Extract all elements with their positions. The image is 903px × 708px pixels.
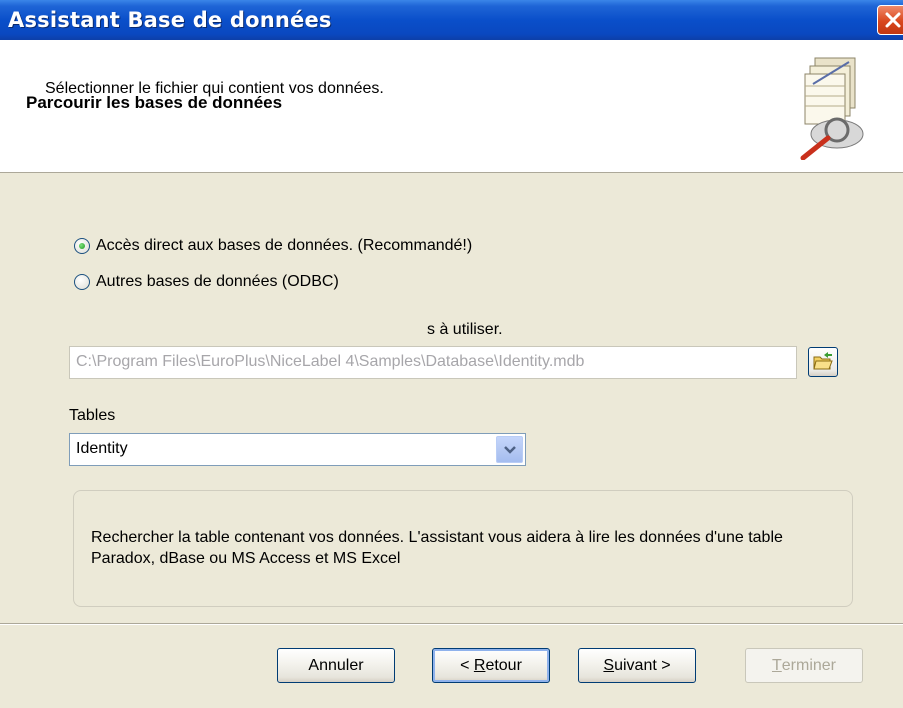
folder-open-icon <box>813 352 833 370</box>
next-button[interactable]: Suivant > <box>578 648 696 683</box>
radio-direct-access[interactable]: Accès direct aux bases de données. (Reco… <box>74 237 472 255</box>
radio-selected-icon[interactable] <box>74 238 90 254</box>
radio-odbc[interactable]: Autres bases de données (ODBC) <box>74 273 339 291</box>
tables-selected-value: Identity <box>76 440 128 457</box>
close-icon <box>885 12 901 28</box>
chevron-down-icon <box>504 446 516 454</box>
window-title: Assistant Base de données <box>8 8 332 32</box>
next-button-label: uivant > <box>614 656 671 674</box>
file-label: s à utiliser. <box>427 321 503 338</box>
radio-unselected-icon[interactable] <box>74 274 90 290</box>
page-subtitle: Sélectionner le fichier qui contient vos… <box>45 80 384 97</box>
browse-button[interactable] <box>808 347 838 377</box>
back-button-hotkey: R <box>473 656 486 674</box>
database-wizard-icon <box>795 48 869 165</box>
tables-dropdown[interactable]: Identity <box>69 433 526 466</box>
tables-label: Tables <box>69 407 116 424</box>
footer-divider <box>0 623 903 625</box>
cancel-button[interactable]: Annuler <box>277 648 395 683</box>
back-button-prefix: < <box>460 656 470 674</box>
finish-button[interactable]: Terminer <box>745 648 863 683</box>
dropdown-arrow-button[interactable] <box>496 436 523 463</box>
next-button-hotkey: S <box>603 656 615 674</box>
info-groupbox: Rechercher la table contenant vos donnée… <box>73 490 853 607</box>
radio-odbc-label: Autres bases de données (ODBC) <box>96 273 339 290</box>
close-button[interactable] <box>877 5 903 35</box>
radio-direct-access-label: Accès direct aux bases de données. (Reco… <box>96 237 473 254</box>
database-path-field[interactable]: C:\Program Files\EuroPlus\NiceLabel 4\Sa… <box>69 346 797 379</box>
info-text: Rechercher la table contenant vos donnée… <box>91 529 783 567</box>
cancel-button-label: Annuler <box>308 656 364 674</box>
back-button-label: etour <box>485 656 522 674</box>
wizard-header: Parcourir les bases de données <box>0 40 903 173</box>
finish-button-hotkey: T <box>771 656 782 674</box>
finish-button-label: erminer <box>781 656 836 674</box>
title-bar: Assistant Base de données <box>0 0 903 40</box>
back-button[interactable]: < Retour <box>432 648 550 683</box>
